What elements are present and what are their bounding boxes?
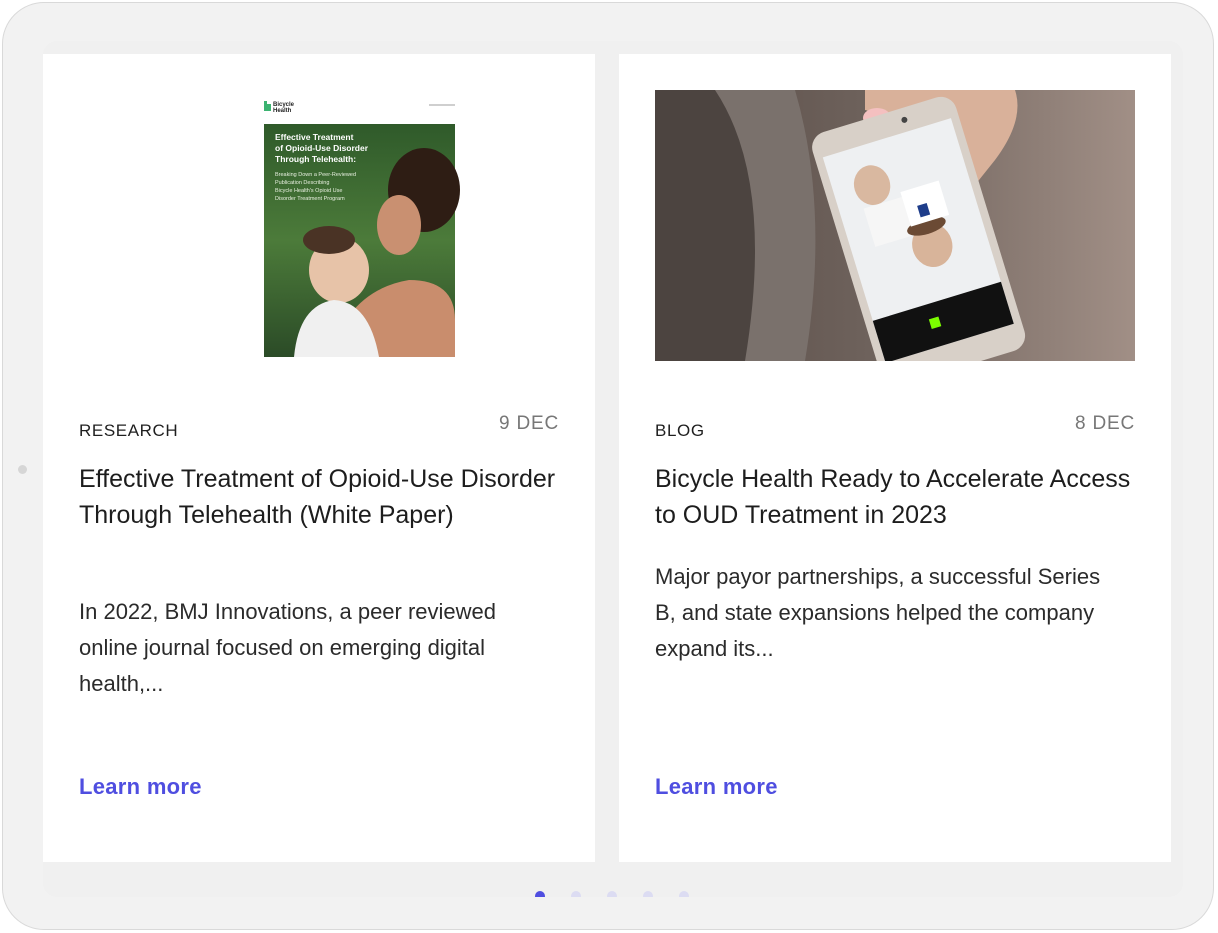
card-excerpt: In 2022, BMJ Innovations, a peer reviewe… bbox=[79, 599, 497, 696]
card-image: Bicycle Health Effective Treatment of Op… bbox=[79, 90, 559, 361]
carousel-viewport: Bicycle Health Effective Treatment of Op… bbox=[43, 41, 1183, 897]
card-excerpt: Major payor partnerships, a successful S… bbox=[655, 564, 1101, 661]
carousel-pagination bbox=[535, 891, 695, 897]
pagination-dot[interactable] bbox=[571, 891, 581, 897]
svg-text:Health: Health bbox=[273, 108, 292, 114]
pagination-dot[interactable] bbox=[643, 891, 653, 897]
learn-more-link[interactable]: Learn more bbox=[79, 774, 202, 800]
pagination-dot[interactable] bbox=[535, 891, 545, 897]
pagination-dot[interactable] bbox=[607, 891, 617, 897]
phone-video-call-photo-icon bbox=[655, 90, 1135, 361]
pagination-dot[interactable] bbox=[679, 891, 689, 897]
device-side-button bbox=[18, 465, 27, 474]
card-date: 8 DEC bbox=[1075, 413, 1135, 434]
card-title[interactable]: Bicycle Health Ready to Accelerate Acces… bbox=[655, 461, 1145, 533]
learn-more-link[interactable]: Learn more bbox=[655, 774, 778, 800]
article-card[interactable]: Bicycle Health Effective Treatment of Op… bbox=[43, 54, 595, 862]
tablet-frame: Bicycle Health Effective Treatment of Op… bbox=[2, 2, 1214, 930]
card-date: 9 DEC bbox=[499, 413, 559, 434]
whitepaper-cover-image: Bicycle Health Effective Treatment of Op… bbox=[79, 90, 559, 361]
card-title[interactable]: Effective Treatment of Opioid-Use Disord… bbox=[79, 461, 569, 533]
card-category: BLOG bbox=[655, 421, 705, 440]
card-category: RESEARCH bbox=[79, 421, 179, 440]
card-image bbox=[655, 90, 1135, 361]
article-card[interactable]: BLOG 8 DEC Bicycle Health Ready to Accel… bbox=[619, 54, 1171, 862]
